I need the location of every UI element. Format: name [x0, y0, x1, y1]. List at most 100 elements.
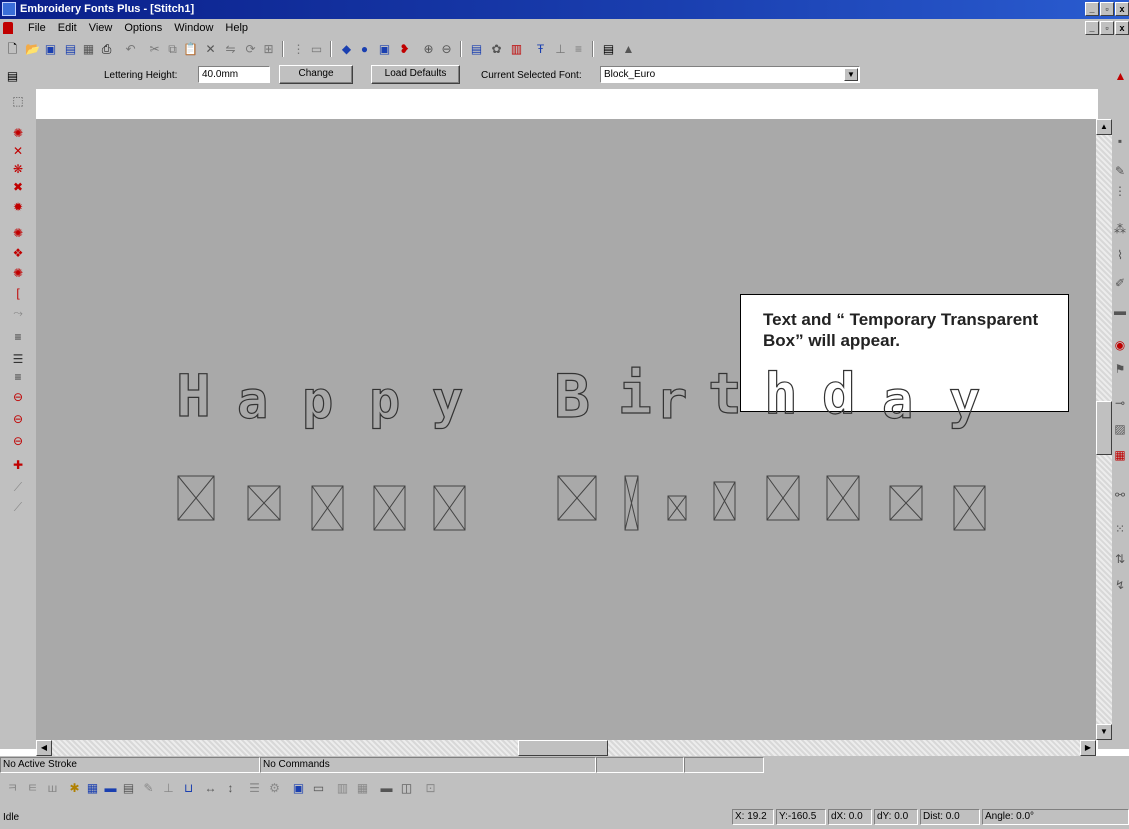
undo-icon[interactable]: ↶ [122, 40, 139, 57]
pointer-icon[interactable]: ▪ [1112, 133, 1128, 149]
circle-text-icon[interactable]: ⊖ [10, 389, 26, 405]
sew-icon[interactable]: ▲ [620, 40, 637, 57]
link-icon[interactable]: ⚯ [1112, 487, 1128, 503]
sequence-list-icon[interactable]: ☰ [246, 780, 263, 797]
doc-minimize-button[interactable]: _ [1085, 21, 1099, 35]
sequence-icon[interactable]: ⇅ [1112, 551, 1128, 567]
frame-icon[interactable]: ▣ [290, 780, 307, 797]
vertical-scrollbar[interactable]: ▲ ▼ [1096, 119, 1112, 740]
view-grid-icon[interactable]: ▦ [84, 780, 101, 797]
rows-icon[interactable]: ▦ [354, 780, 371, 797]
save-icon[interactable]: ▤ [62, 40, 79, 57]
brush-icon[interactable]: ✐ [1112, 275, 1128, 291]
underline-icon[interactable]: ⊔ [180, 780, 197, 797]
minimize-button[interactable]: _ [1085, 2, 1099, 16]
reshape-icon[interactable]: ⤳ [10, 305, 26, 321]
kerning-icon[interactable]: ⟋ [10, 479, 26, 495]
star-icon[interactable]: ✱ [66, 780, 83, 797]
picture-icon[interactable]: ▨ [1112, 421, 1128, 437]
select-icon[interactable]: ⬚ [10, 93, 26, 109]
menu-options[interactable]: Options [118, 21, 168, 35]
scroll-down-icon[interactable]: ▼ [1096, 724, 1112, 740]
open-icon[interactable]: 📂 [24, 40, 41, 57]
scroll-right-icon[interactable]: ▶ [1080, 740, 1096, 756]
distribute-icon[interactable]: ш [44, 780, 61, 797]
lettering-mode-icon[interactable]: ▤ [4, 67, 21, 84]
fill-icon[interactable]: ❋ [10, 161, 26, 177]
settings-icon[interactable]: ⚙ [266, 780, 283, 797]
horizontal-arrow-icon[interactable]: ↔ [202, 780, 219, 797]
justify-icon[interactable]: ≡ [570, 40, 587, 57]
window-icon[interactable]: ▭ [310, 780, 327, 797]
align-bottom-icon[interactable]: ㅌ [24, 780, 41, 797]
paste-icon[interactable]: 📋 [182, 40, 199, 57]
menu-help[interactable]: Help [219, 21, 254, 35]
load-defaults-button[interactable]: Load Defaults [371, 65, 460, 84]
align-center-icon[interactable]: ☰ [10, 351, 26, 367]
print-icon[interactable]: ⎙ [98, 40, 115, 57]
menu-edit[interactable]: Edit [52, 21, 83, 35]
stitch-icon[interactable]: ◆ [338, 40, 355, 57]
layers-icon[interactable]: ▬ [1112, 303, 1128, 319]
doc-close-button[interactable]: x [1115, 21, 1129, 35]
density-icon[interactable]: ⁂ [1112, 221, 1128, 237]
flag-icon[interactable]: ⚑ [1112, 361, 1128, 377]
document-icon[interactable] [3, 22, 13, 34]
align-right-icon[interactable]: ≡ [10, 369, 26, 385]
grid-icon[interactable]: ⋮ [290, 40, 307, 57]
color-icon[interactable]: ❥ [396, 40, 413, 57]
satin-icon[interactable]: ✕ [10, 143, 26, 159]
order-icon[interactable]: ↯ [1112, 577, 1128, 593]
table-icon[interactable]: ▤ [120, 780, 137, 797]
border-icon[interactable]: ✖ [10, 179, 26, 195]
vertical-arrow-icon[interactable]: ↕ [222, 780, 239, 797]
mirror-icon[interactable]: ⇋ [222, 40, 239, 57]
lettering-height-input[interactable]: 40.0mm [198, 66, 270, 83]
design-canvas[interactable]: Text and “ Temporary Transparent Box” wi… [36, 119, 1096, 740]
hoop-icon[interactable]: ▭ [308, 40, 325, 57]
font-select[interactable]: Block_Euro ▼ [600, 66, 860, 83]
nodes-icon[interactable]: ⋮ [1112, 183, 1128, 199]
cut-icon[interactable]: ✂ [146, 40, 163, 57]
new-icon[interactable]: 🗋 [4, 40, 21, 57]
bracket-icon[interactable]: [ [10, 285, 26, 301]
app-icon[interactable] [2, 2, 16, 16]
wave-text-icon[interactable]: ⊖ [10, 433, 26, 449]
delete-icon[interactable]: ✕ [202, 40, 219, 57]
trim-icon[interactable]: ⌇ [1112, 247, 1128, 263]
change-button[interactable]: Change [279, 65, 353, 84]
motif-icon[interactable]: ❖ [10, 245, 26, 261]
chevron-down-icon[interactable]: ▼ [844, 68, 858, 81]
preview-icon[interactable]: ◫ [398, 780, 415, 797]
align-top-icon[interactable]: ㅋ [4, 780, 21, 797]
hoop-view-icon[interactable]: ▬ [378, 780, 395, 797]
align-icon[interactable]: ⊞ [260, 40, 277, 57]
measure-icon[interactable]: ⁙ [1112, 521, 1128, 537]
properties-icon[interactable]: ▤ [468, 40, 485, 57]
palette-icon[interactable]: ▦ [1112, 447, 1128, 463]
scroll-up-icon[interactable]: ▲ [1096, 119, 1112, 135]
rotate-icon[interactable]: ⟳ [242, 40, 259, 57]
doc-restore-button[interactable]: ▫ [1100, 21, 1114, 35]
spacing-icon[interactable]: ⟋ [10, 499, 26, 515]
menu-window[interactable]: Window [168, 21, 219, 35]
copy-icon[interactable]: ⧉ [164, 40, 181, 57]
cross-stitch-icon[interactable]: ✺ [10, 225, 26, 241]
baseline-icon[interactable]: ⊥ [160, 780, 177, 797]
pencil-icon[interactable]: ✎ [140, 780, 157, 797]
text-icon[interactable]: Ŧ [532, 40, 549, 57]
export-icon[interactable]: ⊡ [422, 780, 439, 797]
maximize-button[interactable]: ▫ [1100, 2, 1114, 16]
horizontal-scrollbar[interactable]: ◀ ▶ [36, 740, 1096, 756]
menu-file[interactable]: File [22, 21, 52, 35]
run-stitch-icon[interactable]: ✺ [10, 125, 26, 141]
pen-icon[interactable]: ✎ [1112, 163, 1128, 179]
color-picker-icon[interactable]: ◉ [1112, 337, 1128, 353]
lock-icon[interactable]: ⊸ [1112, 395, 1128, 411]
view-icon[interactable]: ● [356, 40, 373, 57]
machine-icon[interactable]: ▥ [508, 40, 525, 57]
outline-icon[interactable]: ▣ [376, 40, 393, 57]
align-left-icon[interactable]: ≡ [10, 329, 26, 345]
arc-text-icon[interactable]: ⊖ [10, 411, 26, 427]
add-point-icon[interactable]: ✚ [10, 457, 26, 473]
